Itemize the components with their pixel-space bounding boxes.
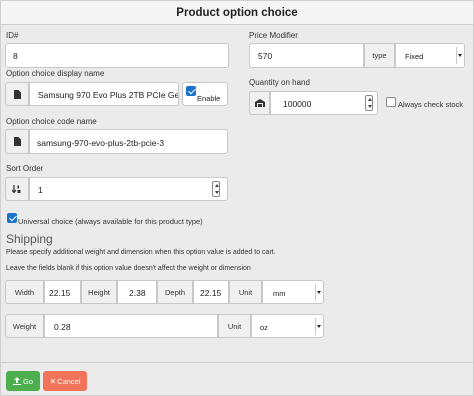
width-input[interactable]: 22.15 [44, 280, 81, 304]
height-input[interactable]: 2.38 [117, 280, 157, 304]
enable-toggle[interactable]: Enable [182, 82, 228, 106]
dim-unit-addon: Unit [229, 280, 262, 304]
price-modifier-label: Price Modifier [249, 31, 298, 40]
display-name-addon [5, 82, 29, 106]
height-label: Height [88, 287, 110, 297]
sort-order-label: Sort Order [6, 164, 44, 173]
always-check-label: Always check stock [398, 100, 464, 109]
type-addon: type [364, 43, 395, 68]
height-value: 2.38 [129, 288, 146, 298]
shipping-help-2: Leave the fields blank if this option va… [6, 265, 251, 272]
file-icon [13, 137, 21, 146]
enable-checkbox[interactable] [186, 86, 196, 96]
sort-order-value: 1 [38, 185, 43, 195]
height-addon: Height [81, 280, 117, 304]
shipping-heading: Shipping [6, 232, 53, 246]
price-modifier-value: 570 [258, 51, 273, 61]
shipping-help-1: Please specify additional weight and dim… [6, 249, 276, 256]
product-option-choice-dialog: Product option choice ID# 8 Price Modifi… [0, 0, 474, 396]
id-value: 8 [13, 51, 18, 61]
quantity-value: 100000 [283, 99, 312, 109]
enable-label: Enable [197, 94, 221, 103]
go-button[interactable]: Go [6, 371, 40, 391]
sort-order-input[interactable]: 1 [29, 177, 228, 201]
code-name-addon [5, 129, 29, 154]
weight-label: Weight [12, 321, 37, 331]
cancel-label: Cancel [57, 376, 81, 386]
display-name-label: Option choice display name [6, 69, 105, 78]
width-label: Width [14, 287, 35, 297]
universal-label: Universal choice (always available for t… [18, 217, 203, 226]
weight-unit-label: Unit [227, 321, 242, 331]
weight-unit-addon: Unit [218, 314, 251, 338]
code-name-label: Option choice code name [6, 117, 97, 126]
type-select-value: Fixed [405, 52, 424, 61]
type-label: type [372, 51, 387, 60]
dialog-title: Product option choice [1, 1, 473, 25]
depth-label: Depth [164, 287, 185, 297]
weight-value: 0.28 [54, 322, 71, 332]
weight-addon: Weight [5, 314, 44, 338]
depth-input[interactable]: 22.15 [193, 280, 229, 304]
depth-value: 22.15 [200, 288, 222, 298]
quantity-label: Quantity on hand [249, 78, 310, 87]
dim-unit-select[interactable]: mm [262, 280, 324, 304]
weight-input[interactable]: 0.28 [44, 314, 218, 338]
depth-addon: Depth [157, 280, 193, 304]
warehouse-icon [254, 99, 265, 107]
weight-unit-value: oz [260, 323, 268, 332]
universal-checkbox[interactable] [7, 213, 17, 223]
chevron-down-icon [315, 284, 322, 301]
sort-icon [12, 184, 21, 193]
type-select[interactable]: Fixed [395, 43, 465, 68]
sort-order-stepper[interactable] [212, 181, 220, 197]
always-check-checkbox[interactable] [386, 97, 396, 107]
go-label: Go [22, 376, 33, 386]
dim-unit-label: Unit [238, 287, 253, 297]
close-icon: ✕ [49, 376, 57, 386]
upload-icon [12, 377, 21, 385]
code-name-input[interactable]: samsung-970-evo-plus-2tb-pcie-3 [29, 129, 228, 154]
footer-divider [1, 362, 473, 363]
id-input[interactable]: 8 [5, 43, 229, 68]
sort-order-addon [5, 177, 29, 201]
quantity-input[interactable]: 100000 [270, 91, 378, 115]
code-name-value: samsung-970-evo-plus-2tb-pcie-3 [37, 138, 165, 148]
cancel-button[interactable]: ✕ Cancel [43, 371, 87, 391]
id-label: ID# [6, 31, 19, 40]
width-value: 22.15 [49, 288, 71, 298]
width-addon: Width [5, 280, 44, 304]
price-modifier-input[interactable]: 570 [249, 43, 364, 68]
display-name-input[interactable]: Samsung 970 Evo Plus 2TB PCIe Gen [29, 82, 179, 106]
dim-unit-value: mm [273, 289, 286, 298]
chevron-down-icon [315, 318, 322, 335]
quantity-stepper[interactable] [365, 95, 373, 111]
file-icon [13, 89, 21, 99]
display-name-value: Samsung 970 Evo Plus 2TB PCIe Gen [38, 90, 178, 100]
weight-unit-select[interactable]: oz [251, 314, 324, 338]
chevron-down-icon [456, 47, 463, 64]
quantity-addon [249, 91, 270, 115]
